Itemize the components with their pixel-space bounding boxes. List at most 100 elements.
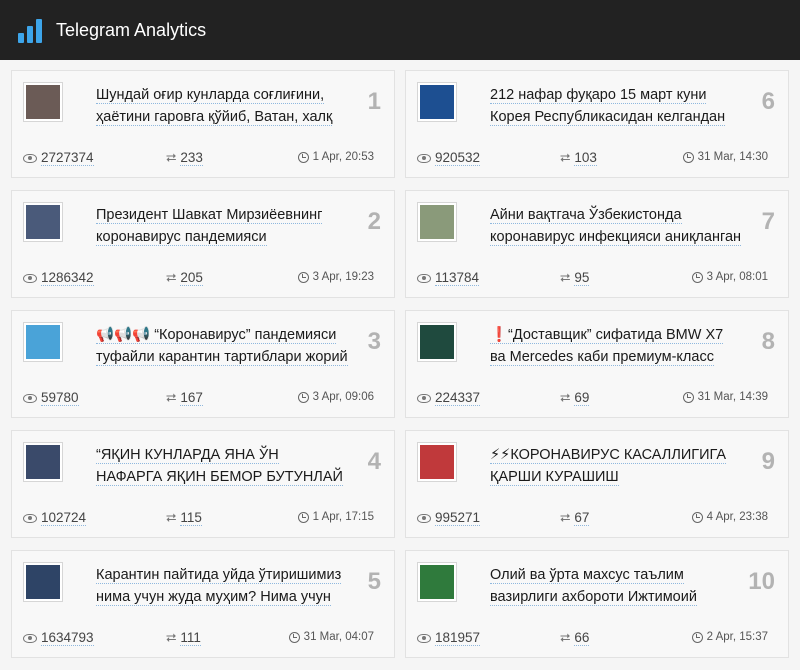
post-title-link[interactable]: Шундай оғир кунларда соғлиғини, ҳаётини … (96, 87, 333, 126)
views-stat: 995271 (417, 510, 481, 526)
eye-icon (417, 153, 431, 163)
rank-number: 7 (761, 208, 775, 235)
views-count[interactable]: 181957 (435, 630, 481, 646)
post-title-link[interactable]: Президент Шавкат Мирзиёевнинг коронавиру… (96, 207, 323, 246)
views-stat: 102724 (23, 510, 87, 526)
post-title-link[interactable]: 📢📢📢 “Коронавирус” пандемияси туфайли кар… (96, 327, 348, 366)
channel-avatar[interactable] (23, 82, 63, 122)
post-title[interactable]: “ЯҚИН КУНЛАРДА ЯНА ЎН НАФАРГА ЯҚИН БЕМОР… (96, 444, 348, 488)
post-title-link[interactable]: ⚡⚡КОРОНАВИРУС КАСАЛЛИГИГА ҚАРШИ КУРАШИШ (490, 447, 727, 486)
channel-avatar[interactable] (417, 322, 457, 362)
reposts-count[interactable]: 167 (180, 390, 203, 406)
views-count[interactable]: 224337 (435, 390, 481, 406)
channel-avatar[interactable] (417, 82, 457, 122)
views-count[interactable]: 59780 (41, 390, 79, 406)
date-stat: 31 Mar, 04:07 (288, 631, 374, 643)
reposts-count[interactable]: 69 (574, 390, 590, 406)
building-photo-icon (420, 205, 454, 239)
views-count[interactable]: 2727374 (41, 150, 94, 166)
reposts-count[interactable]: 103 (574, 150, 597, 166)
repost-icon: ⮂ (560, 150, 571, 165)
post-title[interactable]: Шундай оғир кунларда соғлиғини, ҳаётини … (96, 84, 348, 128)
post-stats: 102724 ⮂ 115 1 Apr, 17:15 (23, 510, 374, 528)
post-title[interactable]: 212 нафар фуқаро 15 март куни Корея Респ… (490, 84, 742, 128)
post-date: 1 Apr, 20:53 (312, 151, 374, 163)
post-title[interactable]: 📢📢📢 “Коронавирус” пандемияси туфайли кар… (96, 324, 348, 368)
reposts-stat: ⮂ 233 (166, 150, 203, 166)
clock-icon (297, 151, 309, 163)
reposts-count[interactable]: 233 (180, 150, 203, 166)
date-stat: 2 Apr, 15:37 (691, 631, 768, 643)
post-grid: Шундай оғир кунларда соғлиғини, ҳаётини … (11, 70, 789, 658)
post-title-link[interactable]: ❗“Доставщик” сифатида BMW X7 ва Mercedes… (490, 327, 724, 366)
post-title-link[interactable]: 212 нафар фуқаро 15 март куни Корея Респ… (490, 87, 726, 126)
channel-avatar[interactable] (417, 202, 457, 242)
date-stat: 3 Apr, 08:01 (691, 271, 768, 283)
repost-icon: ⮂ (166, 510, 177, 525)
post-card[interactable]: 212 нафар фуқаро 15 март куни Корея Респ… (405, 70, 789, 178)
channel-avatar[interactable] (23, 442, 63, 482)
app-title: Telegram Analytics (56, 19, 207, 40)
house-logo-icon (420, 325, 454, 359)
rank-number: 3 (367, 328, 381, 355)
reposts-count[interactable]: 66 (574, 630, 590, 646)
post-card[interactable]: Шундай оғир кунларда соғлиғини, ҳаётини … (11, 70, 395, 178)
post-card[interactable]: Олий ва ўрта махсус таълим вазирлиги ахб… (405, 550, 789, 658)
post-date: 1 Apr, 17:15 (312, 511, 374, 523)
post-card[interactable]: Президент Шавкат Мирзиёевнинг коронавиру… (11, 190, 395, 298)
post-title-link[interactable]: Олий ва ўрта махсус таълим вазирлиги ахб… (490, 567, 697, 606)
reposts-stat: ⮂ 103 (560, 150, 597, 166)
channel-avatar[interactable] (23, 202, 63, 242)
channel-avatar[interactable] (417, 442, 457, 482)
clock-icon (297, 511, 309, 523)
reposts-count[interactable]: 115 (180, 510, 202, 526)
reposts-stat: ⮂ 69 (560, 390, 590, 406)
post-title-link[interactable]: “ЯҚИН КУНЛАРДА ЯНА ЎН НАФАРГА ЯҚИН БЕМОР… (96, 447, 343, 486)
views-count[interactable]: 113784 (435, 270, 480, 286)
channel-avatar[interactable] (417, 562, 457, 602)
post-card[interactable]: Карантин пайтида уйда ўтиришимиз нима уч… (11, 550, 395, 658)
post-stats: 113784 ⮂ 95 3 Apr, 08:01 (417, 270, 768, 288)
post-title[interactable]: Карантин пайтида уйда ўтиришимиз нима уч… (96, 564, 348, 608)
post-stats: 2727374 ⮂ 233 1 Apr, 20:53 (23, 150, 374, 168)
post-title[interactable]: Олий ва ўрта махсус таълим вазирлиги ахб… (490, 564, 742, 608)
clock-icon (691, 271, 703, 283)
date-stat: 3 Apr, 19:23 (297, 271, 374, 283)
channel-avatar[interactable] (23, 322, 63, 362)
post-date: 3 Apr, 19:23 (312, 271, 374, 283)
post-title[interactable]: ❗“Доставщик” сифатида BMW X7 ва Mercedes… (490, 324, 742, 368)
views-count[interactable]: 1634793 (41, 630, 94, 646)
repost-icon: ⮂ (166, 270, 177, 285)
top-bar: Telegram Analytics (0, 0, 800, 60)
post-card[interactable]: 📢📢📢 “Коронавирус” пандемияси туфайли кар… (11, 310, 395, 418)
post-title[interactable]: ⚡⚡КОРОНАВИРУС КАСАЛЛИГИГА ҚАРШИ КУРАШИШ (490, 444, 742, 488)
post-title[interactable]: Президент Шавкат Мирзиёевнинг коронавиру… (96, 204, 348, 248)
reposts-count[interactable]: 111 (180, 630, 201, 646)
views-count[interactable]: 995271 (435, 510, 481, 526)
reposts-stat: ⮂ 67 (560, 510, 590, 526)
post-title[interactable]: Айни вақтгача Ўзбекистонда коронавирус и… (490, 204, 742, 248)
post-stats: 920532 ⮂ 103 31 Mar, 14:30 (417, 150, 768, 168)
post-card[interactable]: “ЯҚИН КУНЛАРДА ЯНА ЎН НАФАРГА ЯҚИН БЕМОР… (11, 430, 395, 538)
post-stats: 224337 ⮂ 69 31 Mar, 14:39 (417, 390, 768, 408)
views-count[interactable]: 102724 (41, 510, 87, 526)
views-stat: 1634793 (23, 630, 94, 646)
post-stats: 59780 ⮂ 167 3 Apr, 09:06 (23, 390, 374, 408)
reposts-count[interactable]: 67 (574, 510, 590, 526)
post-card[interactable]: ⚡⚡КОРОНАВИРУС КАСАЛЛИГИГА ҚАРШИ КУРАШИШ … (405, 430, 789, 538)
views-count[interactable]: 920532 (435, 150, 481, 166)
post-card[interactable]: Айни вақтгача Ўзбекистонда коронавирус и… (405, 190, 789, 298)
post-title-link[interactable]: Карантин пайтида уйда ўтиришимиз нима уч… (96, 567, 342, 606)
post-card[interactable]: ❗“Доставщик” сифатида BMW X7 ва Mercedes… (405, 310, 789, 418)
date-stat: 31 Mar, 14:30 (682, 151, 768, 163)
channel-avatar[interactable] (23, 562, 63, 602)
clock-icon (288, 631, 300, 643)
eye-icon (23, 513, 37, 523)
reposts-count[interactable]: 95 (574, 270, 590, 286)
woman-portrait-icon (26, 85, 60, 119)
eye-icon (417, 393, 431, 403)
views-stat: 2727374 (23, 150, 94, 166)
reposts-count[interactable]: 205 (180, 270, 203, 286)
post-title-link[interactable]: Айни вақтгача Ўзбекистонда коронавирус и… (490, 207, 742, 246)
views-count[interactable]: 1286342 (41, 270, 94, 286)
